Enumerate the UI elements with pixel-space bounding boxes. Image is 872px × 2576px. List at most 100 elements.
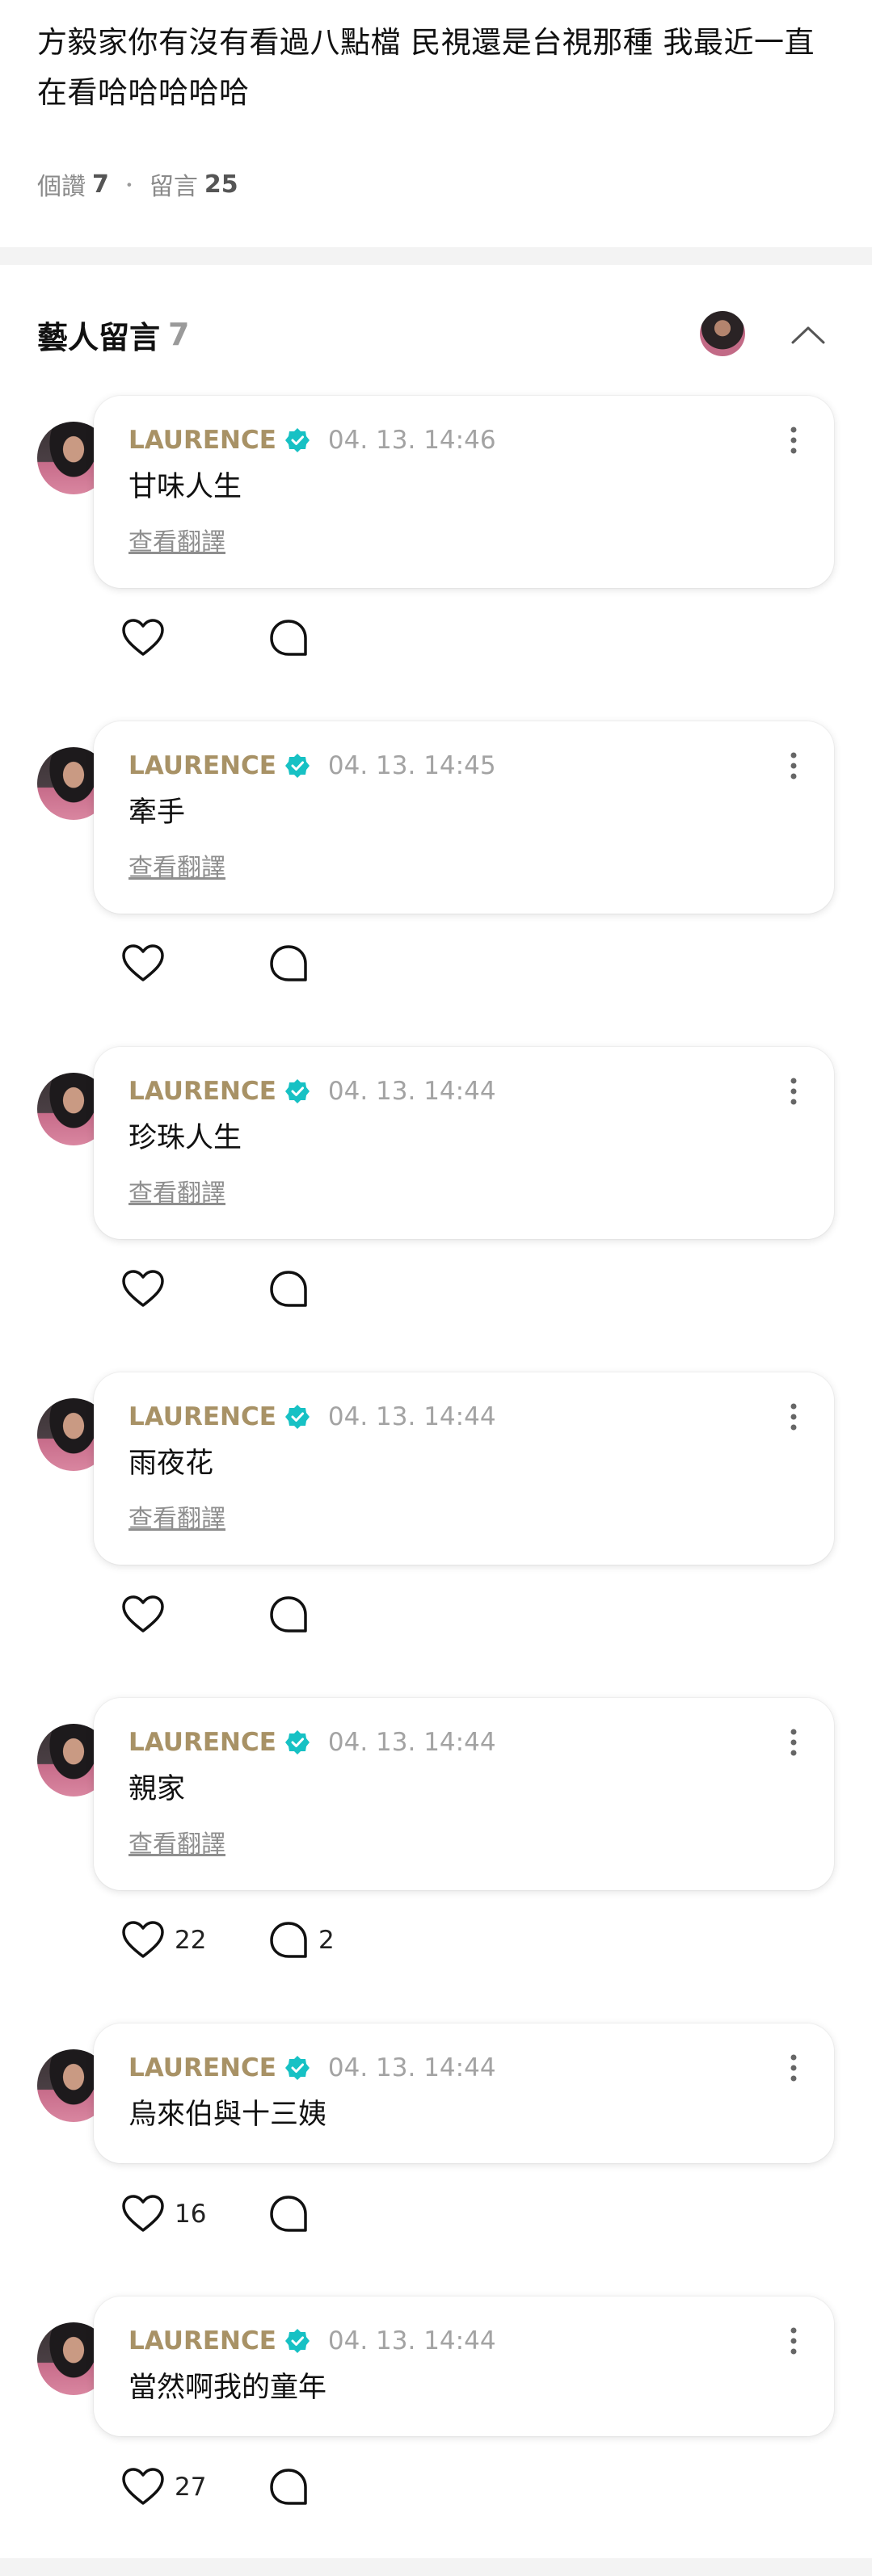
- author-name[interactable]: LAURENCE: [128, 1728, 276, 1757]
- comment-actions: [121, 939, 318, 988]
- reply-button[interactable]: [268, 1270, 318, 1309]
- author-name[interactable]: LAURENCE: [128, 751, 276, 780]
- comment-item: LAURENCE 04. 13. 14:44 親家 查看翻譯 22 2: [0, 1698, 872, 1973]
- like-button[interactable]: [121, 1270, 268, 1309]
- section-divider: [0, 247, 872, 265]
- comment-timestamp: 04. 13. 14:44: [327, 2326, 496, 2355]
- comment-item: LAURENCE 04. 13. 14:44 珍珠人生 查看翻譯: [0, 1047, 872, 1322]
- view-translation-link[interactable]: 查看翻譯: [128, 527, 225, 559]
- comment-bubble: LAURENCE 04. 13. 14:44 親家 查看翻譯: [94, 1698, 834, 1890]
- view-translation-link[interactable]: 查看翻譯: [128, 1178, 225, 1210]
- comment-text: 雨夜花: [128, 1448, 214, 1480]
- artist-avatar[interactable]: [700, 311, 745, 356]
- like-button[interactable]: [121, 944, 268, 983]
- comment-actions: [121, 614, 318, 662]
- heart-icon: [122, 1270, 164, 1307]
- comments-label: 留言: [149, 173, 198, 201]
- reply-button[interactable]: [268, 2468, 318, 2507]
- comment-bubble: LAURENCE 04. 13. 14:46 甘味人生 查看翻譯: [94, 396, 834, 588]
- reply-count: 2: [318, 1926, 335, 1955]
- like-button[interactable]: 22: [121, 1921, 268, 1960]
- comment-item: LAURENCE 04. 13. 14:44 當然啊我的童年 27: [0, 2297, 872, 2519]
- post-text: 方毅家你有沒有看過八點檔 民視還是台視那種 我最近一直在看哈哈哈哈哈: [37, 25, 815, 110]
- comment-text: 牽手: [128, 796, 186, 829]
- chevron-up-icon: [791, 326, 825, 344]
- like-button[interactable]: [121, 1595, 268, 1634]
- more-options-button[interactable]: [777, 1722, 810, 1763]
- more-options-button[interactable]: [777, 1071, 810, 1112]
- author-name[interactable]: LAURENCE: [128, 426, 276, 455]
- heart-icon: [122, 1595, 164, 1633]
- artist-comments-title: 藝人留言 7: [37, 312, 189, 357]
- like-count: 27: [175, 2473, 207, 2502]
- likes-count: 7: [92, 170, 109, 199]
- comment-timestamp: 04. 13. 14:46: [327, 426, 496, 455]
- author-name[interactable]: LAURENCE: [128, 1402, 276, 1431]
- verified-badge-icon: [284, 1078, 310, 1104]
- comment-timestamp: 04. 13. 14:45: [327, 751, 496, 780]
- speech-bubble-icon: [270, 945, 307, 981]
- view-translation-link[interactable]: 查看翻譯: [128, 1503, 225, 1536]
- comment-header: LAURENCE 04. 13. 14:44: [128, 1071, 496, 1112]
- comment-actions: [121, 1265, 318, 1313]
- more-options-button[interactable]: [777, 420, 810, 460]
- view-translation-link[interactable]: 查看翻譯: [128, 1829, 225, 1861]
- more-options-button[interactable]: [777, 746, 810, 786]
- more-options-button[interactable]: [777, 2321, 810, 2361]
- comment-text: 珍珠人生: [128, 1122, 242, 1154]
- speech-bubble-icon: [270, 2469, 307, 2505]
- verified-badge-icon: [284, 427, 310, 453]
- heart-icon: [122, 2468, 164, 2505]
- author-name[interactable]: LAURENCE: [128, 2053, 276, 2082]
- comment-timestamp: 04. 13. 14:44: [327, 1402, 496, 1431]
- author-name[interactable]: LAURENCE: [128, 2326, 276, 2355]
- collapse-button[interactable]: [786, 312, 831, 357]
- like-button[interactable]: 16: [121, 2195, 268, 2234]
- comment-item: LAURENCE 04. 13. 14:45 牽手 查看翻譯: [0, 721, 872, 996]
- comments-count: 25: [204, 170, 238, 199]
- speech-bubble-icon: [270, 1922, 307, 1958]
- comment-bubble: LAURENCE 04. 13. 14:44 雨夜花 查看翻譯: [94, 1372, 834, 1565]
- comment-header: LAURENCE 04. 13. 14:44: [128, 1397, 496, 1437]
- artist-comments-label: 藝人留言: [37, 319, 161, 355]
- comment-header: LAURENCE 04. 13. 14:44: [128, 2048, 496, 2088]
- speech-bubble-icon: [270, 2196, 307, 2232]
- comment-actions: 27: [121, 2463, 318, 2511]
- artist-comments-header: 藝人留言 7: [0, 302, 872, 367]
- more-vertical-icon: [790, 2327, 797, 2355]
- comment-text: 親家: [128, 1773, 186, 1805]
- view-translation-link[interactable]: 查看翻譯: [128, 852, 225, 885]
- comment-header: LAURENCE 04. 13. 14:45: [128, 746, 496, 786]
- like-count: 16: [175, 2200, 207, 2229]
- comment-bubble: LAURENCE 04. 13. 14:44 當然啊我的童年: [94, 2297, 834, 2436]
- reply-button[interactable]: [268, 1595, 318, 1634]
- more-options-button[interactable]: [777, 2048, 810, 2088]
- comment-item: LAURENCE 04. 13. 14:44 雨夜花 查看翻譯: [0, 1372, 872, 1647]
- heart-icon: [122, 2195, 164, 2232]
- verified-badge-icon: [284, 753, 310, 779]
- comment-bubble: LAURENCE 04. 13. 14:45 牽手 查看翻譯: [94, 721, 834, 914]
- heart-icon: [122, 619, 164, 656]
- more-vertical-icon: [790, 752, 797, 780]
- reply-button[interactable]: [268, 944, 318, 983]
- likes-label: 個讚: [37, 173, 86, 201]
- more-vertical-icon: [790, 2054, 797, 2082]
- more-vertical-icon: [790, 427, 797, 454]
- more-vertical-icon: [790, 1078, 797, 1105]
- like-count: 22: [175, 1926, 207, 1955]
- speech-bubble-icon: [270, 1271, 307, 1307]
- comment-actions: [121, 1591, 318, 1639]
- like-button[interactable]: [121, 619, 268, 658]
- verified-badge-icon: [284, 1404, 310, 1430]
- comment-timestamp: 04. 13. 14:44: [327, 1077, 496, 1106]
- comment-text: 當然啊我的童年: [128, 2372, 327, 2404]
- more-vertical-icon: [790, 1403, 797, 1431]
- like-button[interactable]: 27: [121, 2468, 268, 2507]
- comment-bubble: LAURENCE 04. 13. 14:44 珍珠人生 查看翻譯: [94, 1047, 834, 1239]
- more-options-button[interactable]: [777, 1397, 810, 1437]
- author-name[interactable]: LAURENCE: [128, 1077, 276, 1106]
- reply-button[interactable]: [268, 2195, 318, 2234]
- heart-icon: [122, 1921, 164, 1958]
- reply-button[interactable]: 2: [268, 1921, 335, 1960]
- reply-button[interactable]: [268, 619, 318, 658]
